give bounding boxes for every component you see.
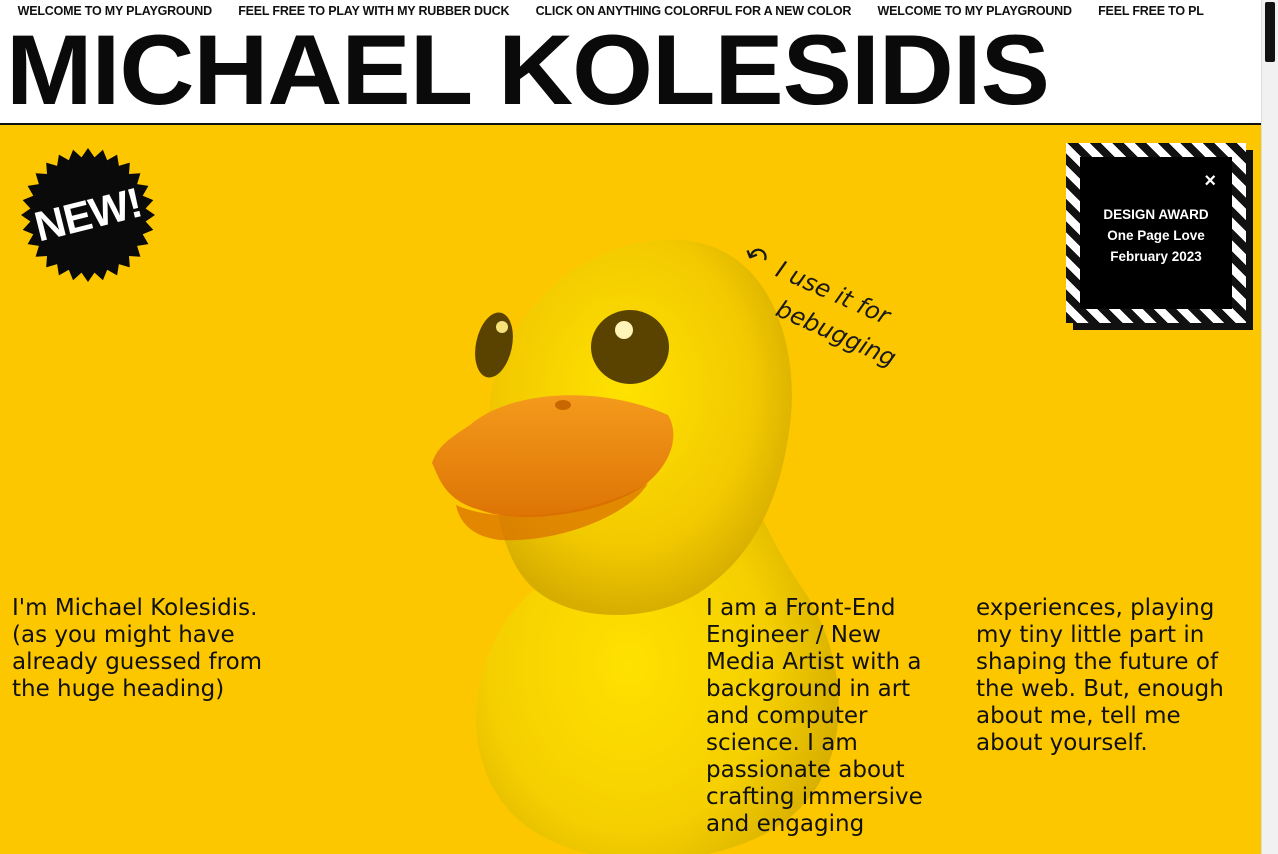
scrollbar-thumb[interactable]	[1265, 2, 1275, 62]
intro-paragraph-1: I'm Michael Kolesidis. (as you might hav…	[12, 595, 263, 702]
award-date: February 2023	[1110, 249, 1202, 264]
intro-paragraph-2: I am a Front-End Engineer / New Media Ar…	[706, 595, 923, 837]
award-panel[interactable]: × DESIGN AWARD One Page Love February 20…	[1080, 157, 1232, 309]
duck-nostril	[555, 400, 571, 410]
award-text[interactable]: DESIGN AWARD One Page Love February 2023	[1080, 204, 1232, 267]
page-title: MICHAEL KOLESIDIS	[6, 14, 1050, 125]
design-award-badge[interactable]: × DESIGN AWARD One Page Love February 20…	[1066, 143, 1246, 323]
intro-paragraph-3: experiences, playing my tiny little part…	[976, 595, 1224, 756]
eye-highlight	[615, 321, 633, 339]
new-badge: NEW!	[20, 147, 156, 283]
header: MICHAEL KOLESIDIS	[0, 14, 1262, 125]
duck-stage[interactable]: NEW! ↶ I use it for bebugging × DESIGN A…	[0, 125, 1262, 854]
duck-eye-right	[591, 310, 669, 384]
close-icon[interactable]: ×	[1204, 171, 1216, 191]
starburst-icon: NEW!	[21, 148, 155, 282]
award-source: One Page Love	[1107, 228, 1205, 243]
scrollbar[interactable]	[1261, 0, 1278, 854]
marquee-item: FEEL FREE TO PL	[1098, 4, 1204, 18]
eye-highlight	[496, 321, 508, 333]
award-title: DESIGN AWARD	[1103, 207, 1209, 222]
